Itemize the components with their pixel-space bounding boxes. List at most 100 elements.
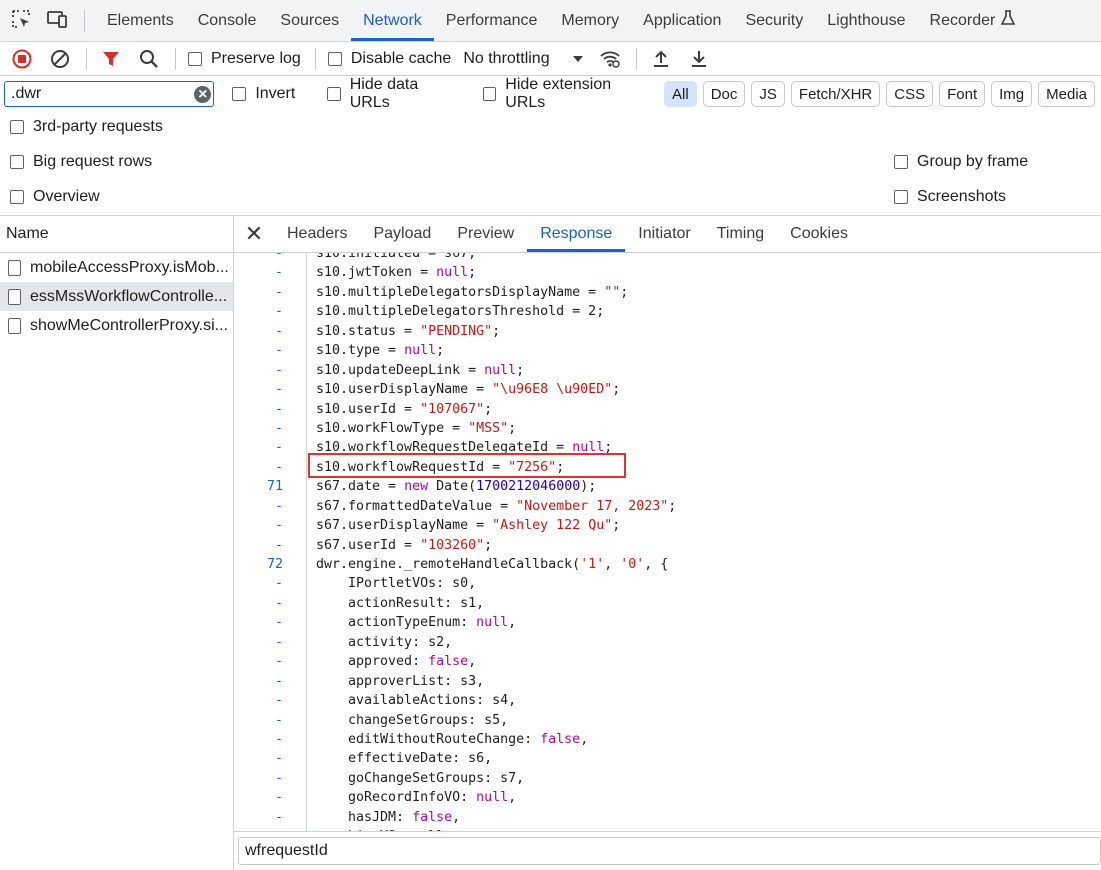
type-filter-img[interactable]: Img <box>991 81 1033 107</box>
line-number: - <box>274 537 283 553</box>
tab-application[interactable]: Application <box>631 0 733 41</box>
hide-data-urls-checkbox[interactable]: Hide data URLs <box>327 76 457 112</box>
hide-data-urls-label: Hide data URLs <box>349 76 419 111</box>
inspect-element-icon[interactable] <box>10 8 32 34</box>
tab-label: Performance <box>445 11 538 29</box>
line-number: 72 <box>266 557 283 572</box>
name-column-header[interactable]: Name <box>0 216 233 253</box>
tab-memory[interactable]: Memory <box>549 0 631 41</box>
line-number: - <box>274 498 283 514</box>
line-number: - <box>274 751 283 767</box>
filter-icon[interactable] <box>99 47 123 71</box>
line-number: - <box>274 265 283 281</box>
close-detail-icon[interactable]: ✕ <box>234 221 274 247</box>
type-filter-fetch-xhr[interactable]: Fetch/XHR <box>790 81 881 107</box>
tab-lighthouse[interactable]: Lighthouse <box>815 0 917 41</box>
tab-response[interactable]: Response <box>527 216 626 252</box>
checkbox-box <box>188 51 202 66</box>
line-number: - <box>274 253 283 261</box>
toolbar-separator <box>314 47 316 70</box>
code-text: s67.formattedDateValue = "November 17, 2… <box>316 498 677 514</box>
tab-performance[interactable]: Performance <box>434 0 550 41</box>
response-search-input[interactable]: wfrequestId <box>238 837 1101 865</box>
type-filter-css[interactable]: CSS <box>886 81 934 107</box>
line-number: - <box>274 518 283 534</box>
screenshots-checkbox[interactable]: Screenshots <box>894 188 1006 206</box>
document-icon <box>8 259 21 276</box>
request-row-selected[interactable]: essMssWorkflowControlle... <box>0 282 233 311</box>
tab-preview[interactable]: Preview <box>444 216 527 252</box>
code-line: - hasJDM: false, <box>234 808 1101 827</box>
import-har-icon[interactable] <box>649 47 673 71</box>
line-number: - <box>274 440 283 456</box>
throttling-value: No throttling <box>463 49 550 67</box>
tab-payload[interactable]: Payload <box>360 216 444 252</box>
group-by-frame-checkbox[interactable]: Group by frame <box>894 153 1028 171</box>
network-conditions-icon[interactable] <box>598 47 622 71</box>
tab-timing[interactable]: Timing <box>704 216 777 252</box>
disable-cache-checkbox[interactable]: Disable cache <box>327 50 451 68</box>
search-input-value: wfrequestId <box>245 842 328 859</box>
type-filter-media[interactable]: Media <box>1038 81 1095 107</box>
tab-recorder[interactable]: Recorder <box>918 0 1028 41</box>
code-text: actionTypeEnum: null, <box>316 615 517 631</box>
tab-security[interactable]: Security <box>733 0 815 41</box>
line-number: - <box>274 362 283 378</box>
tab-label: Response <box>540 225 613 242</box>
throttling-select[interactable]: No throttling <box>463 50 583 68</box>
code-line: - s67.userDisplayName = "Ashley 122 Qu"; <box>234 516 1101 535</box>
clear-filter-icon[interactable]: × <box>194 86 212 103</box>
line-number: - <box>274 770 283 786</box>
filter-row: .dwr × Invert Hide data URLs Hide extens… <box>0 76 1101 112</box>
tab-headers[interactable]: Headers <box>274 216 360 252</box>
overview-checkbox[interactable]: Overview <box>10 188 100 206</box>
type-filter-font[interactable]: Font <box>939 81 986 107</box>
tab-cookies[interactable]: Cookies <box>777 216 861 252</box>
clear-icon[interactable] <box>48 47 72 71</box>
checkbox-box <box>10 155 24 169</box>
devtools-tab-bar: Elements Console Sources Network Perform… <box>0 0 1101 42</box>
invert-checkbox[interactable]: Invert <box>232 85 295 103</box>
type-filter-all[interactable]: All <box>664 81 697 107</box>
devtools-tabs: Elements Console Sources Network Perform… <box>95 0 1027 41</box>
tab-network[interactable]: Network <box>351 0 434 41</box>
checkbox-box <box>482 87 497 101</box>
code-text: s10.workFlowType = "MSS"; <box>316 420 517 436</box>
code-line: - activity: s2, <box>234 633 1101 652</box>
code-line: 71 s67.date = new Date(1700212046000); <box>234 477 1101 496</box>
toolbar-separator <box>635 47 637 70</box>
big-request-rows-checkbox[interactable]: Big request rows <box>10 153 152 171</box>
third-party-requests-checkbox[interactable]: 3rd-party requests <box>10 118 163 136</box>
code-text: s10.userDisplayName = "\u96E8 \u90ED"; <box>316 382 621 398</box>
code-text: approved: false, <box>316 654 477 670</box>
tab-label: Initiator <box>638 225 691 242</box>
tab-sources[interactable]: Sources <box>268 0 351 41</box>
search-icon[interactable] <box>137 47 161 71</box>
checkbox-box <box>10 120 24 134</box>
export-har-icon[interactable] <box>687 47 711 71</box>
response-viewer[interactable]: - s10.initiated = s67; - s10.jwtToken = nul… <box>234 253 1101 831</box>
code-line: - s10.jwtToken = null; <box>234 263 1101 282</box>
tab-initiator[interactable]: Initiator <box>625 216 703 252</box>
device-toolbar-icon[interactable] <box>46 8 68 34</box>
type-filter-doc[interactable]: Doc <box>702 81 746 107</box>
line-number: - <box>274 790 283 806</box>
line-number: - <box>274 712 283 728</box>
request-name: showMeControllerProxy.si... <box>30 316 228 334</box>
stop-recording-icon[interactable] <box>10 47 34 71</box>
preserve-log-checkbox[interactable]: Preserve log <box>188 50 301 68</box>
line-number: - <box>274 401 283 417</box>
tab-console[interactable]: Console <box>186 0 269 41</box>
dropdown-arrow-icon <box>572 50 584 68</box>
hide-extension-urls-checkbox[interactable]: Hide extension URLs <box>482 76 648 112</box>
code-line: 72 dwr.engine._remoteHandleCallback('1', … <box>234 555 1101 574</box>
request-row[interactable]: mobileAccessProxy.isMob... <box>0 253 233 282</box>
checkbox-box <box>10 190 24 204</box>
tab-elements[interactable]: Elements <box>95 0 186 41</box>
filter-input[interactable]: .dwr × <box>4 81 215 107</box>
code-text: s10.type = null; <box>316 343 445 359</box>
type-filter-js[interactable]: JS <box>751 81 785 107</box>
request-row[interactable]: showMeControllerProxy.si... <box>0 311 233 340</box>
request-detail-tabs: ✕ Headers Payload Preview Response Initi… <box>234 215 1101 253</box>
tab-label: Timing <box>716 225 765 242</box>
